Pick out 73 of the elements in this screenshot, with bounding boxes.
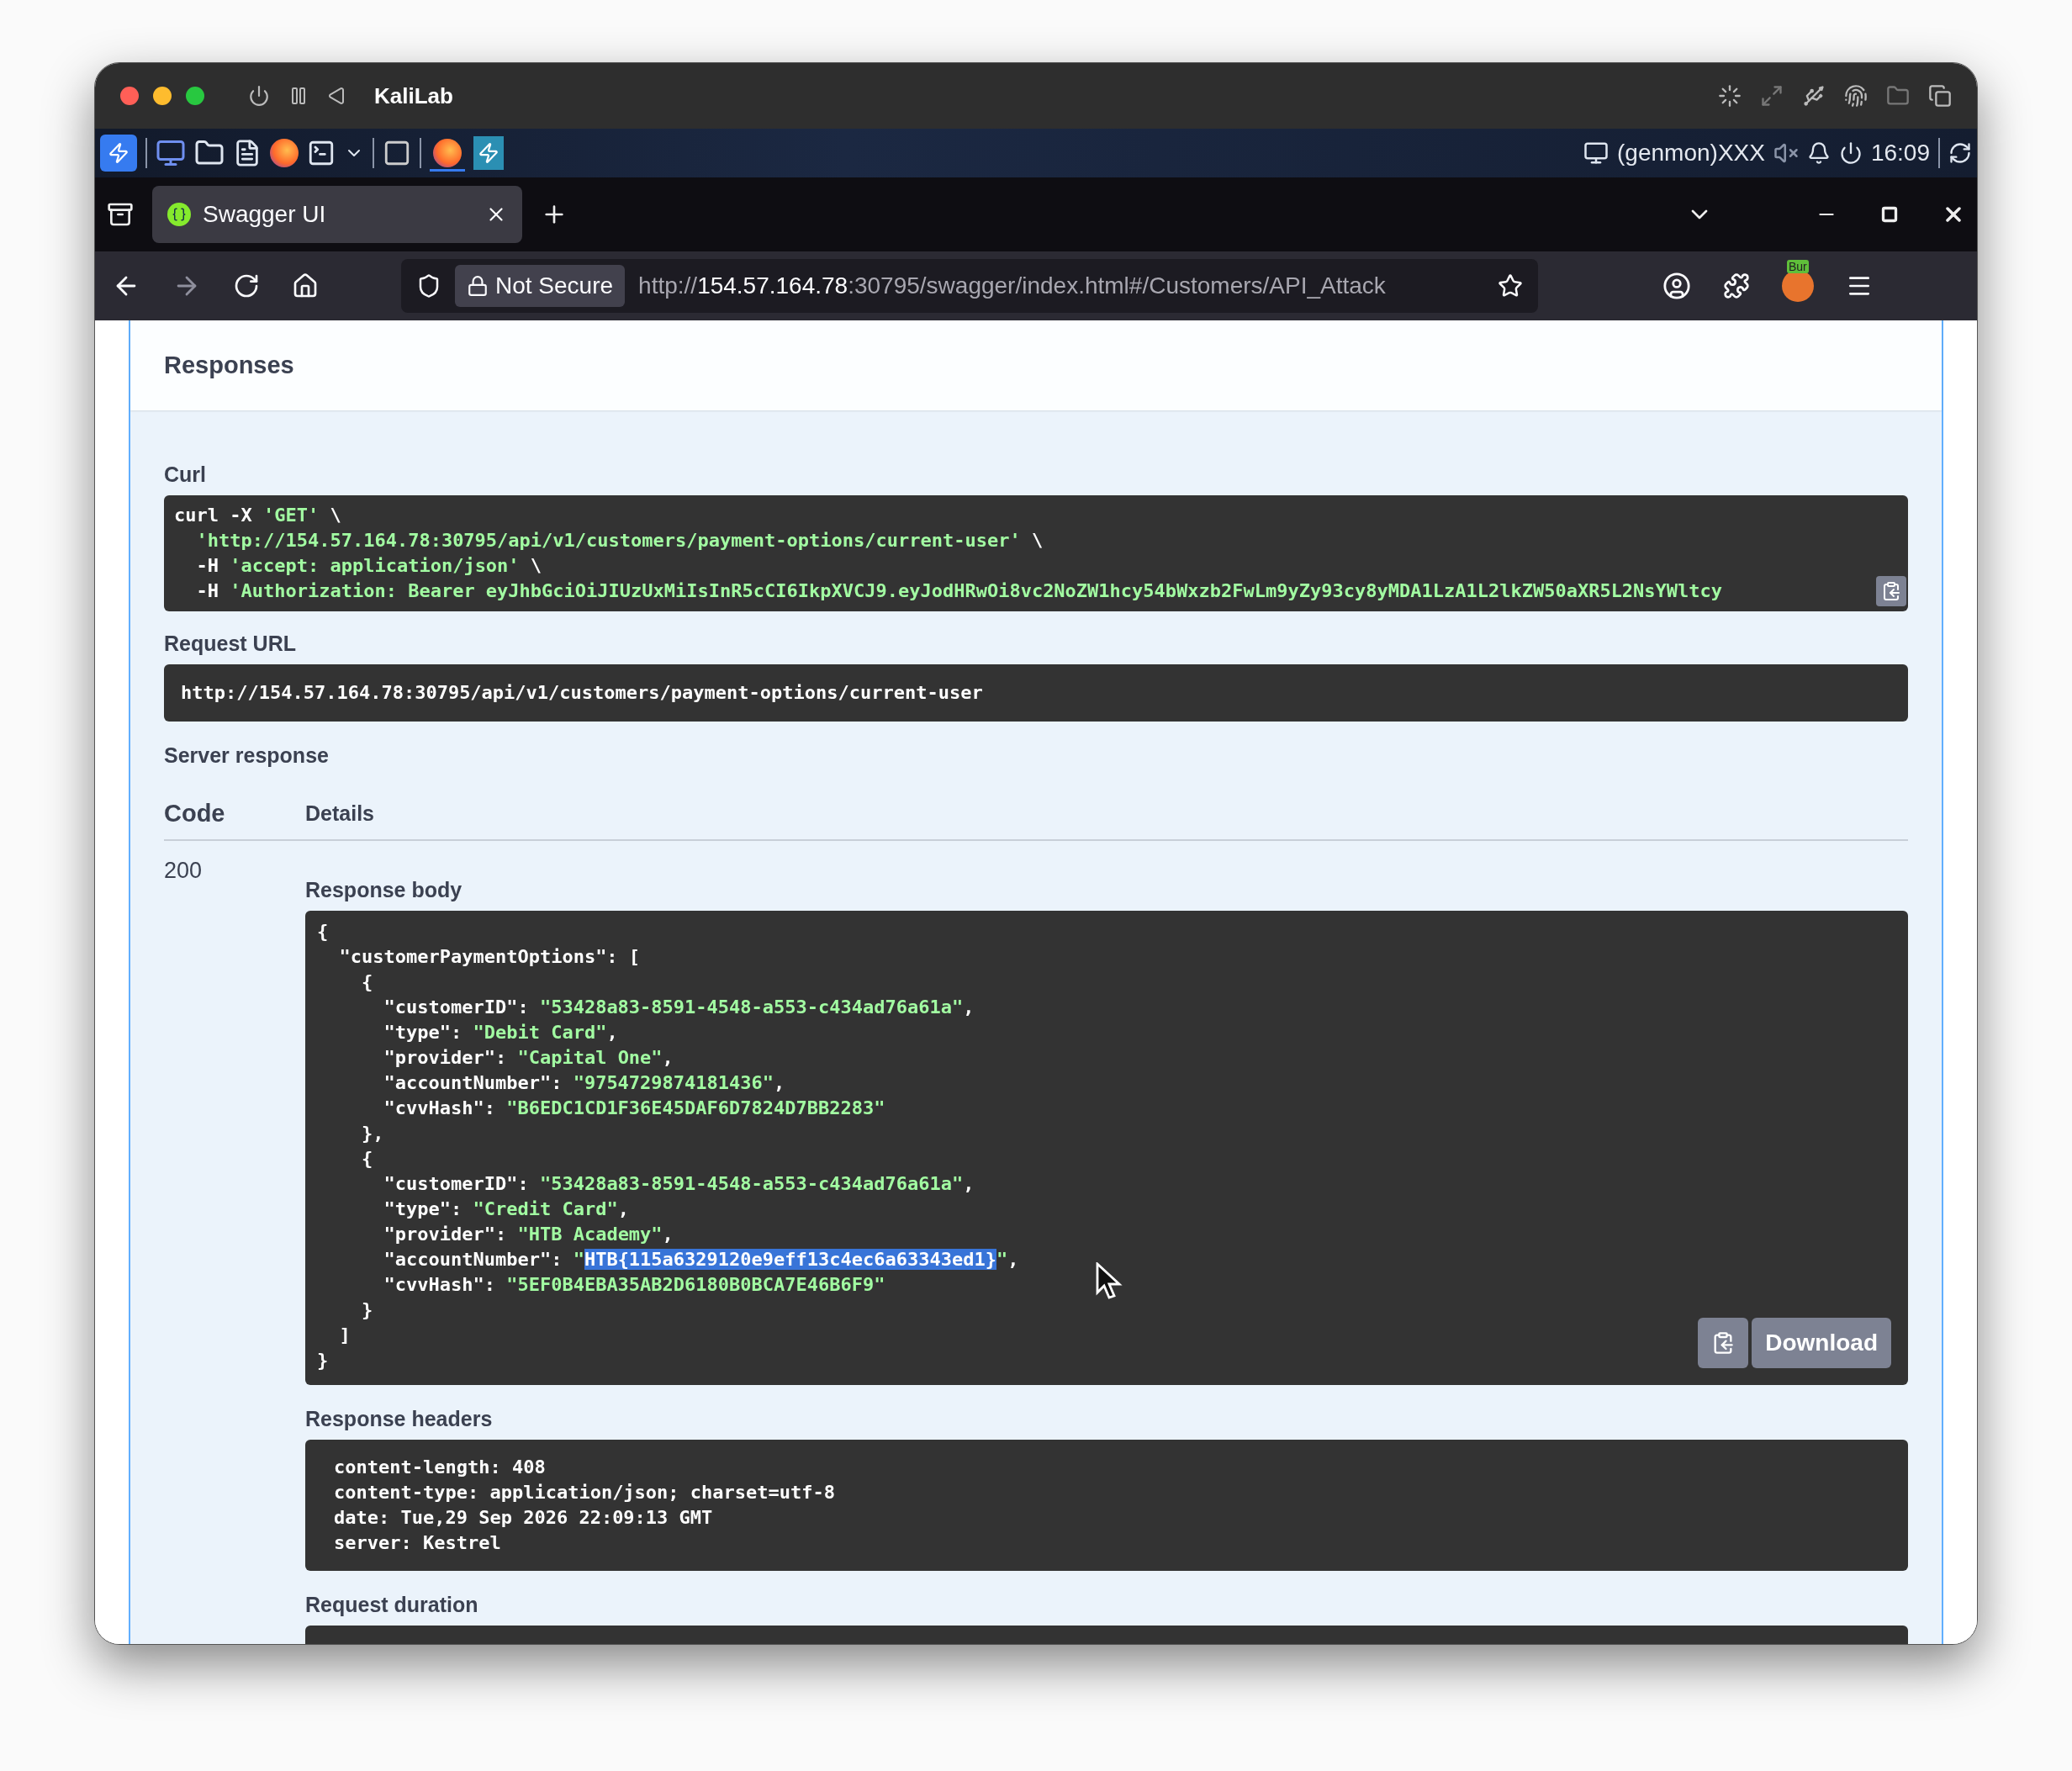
usb-icon[interactable] bbox=[1802, 84, 1826, 108]
clipboard-icon bbox=[1881, 581, 1901, 601]
extension-badge: Bur bbox=[1787, 260, 1809, 273]
header-line: content-type: application/json; charset=utf-8 bbox=[334, 1481, 836, 1504]
code-line: } bbox=[360, 1298, 373, 1322]
field-label: Curl bbox=[164, 463, 206, 487]
code-line: "customerPaymentOptions": [ bbox=[338, 945, 641, 969]
copy-button[interactable] bbox=[1698, 1318, 1749, 1368]
refresh-icon[interactable] bbox=[1948, 141, 1972, 165]
code-line: { bbox=[317, 920, 329, 944]
code-line: "type": "Debit Card", bbox=[383, 1021, 618, 1044]
field-label: Response headers bbox=[305, 1407, 493, 1431]
browser-tab[interactable]: Swagger UI bbox=[152, 186, 522, 243]
code-line: { bbox=[360, 1147, 373, 1171]
close-button[interactable] bbox=[120, 87, 139, 105]
workspace-icon[interactable] bbox=[383, 139, 411, 167]
url-text: http://154.57.164.78:30795/swagger/index.html#/Customers/API_Attack bbox=[638, 272, 1387, 299]
extensions-icon[interactable] bbox=[1723, 272, 1750, 299]
clock: 16:09 bbox=[1870, 140, 1930, 167]
tab-title: Swagger UI bbox=[203, 201, 327, 228]
zoom-button[interactable] bbox=[186, 87, 204, 105]
code-line: 'http://154.57.164.78:30795/api/v1/customers/payment-options/current-user' \ bbox=[195, 529, 1044, 552]
code-line: { bbox=[360, 970, 373, 994]
code-line: "customerID": "53428a83-8591-4548-a553-c434ad76a61a", bbox=[383, 996, 975, 1019]
code-line: "provider": "HTB Academy", bbox=[383, 1223, 674, 1246]
brightness-icon[interactable] bbox=[1718, 84, 1742, 108]
code-line: -H 'accept: application/json' \ bbox=[195, 554, 542, 578]
field-label: Request duration bbox=[305, 1593, 478, 1617]
monitor-label: (genmon)XXX bbox=[1617, 140, 1765, 167]
tab-list-icon[interactable] bbox=[107, 201, 134, 228]
bell-icon[interactable] bbox=[1806, 141, 1831, 165]
header-line: date: Tue,29 Sep 2026 22:09:13 GMT bbox=[334, 1506, 713, 1530]
lightning-app-icon[interactable] bbox=[473, 136, 504, 170]
header-line: content-length: 408 bbox=[334, 1456, 546, 1479]
column-header: Code bbox=[164, 800, 226, 827]
code-line: -H 'Authorization: Bearer eyJhbGciOiJIUzUxMiIsInR5cCI6IkpXVCJ9.eyJodHRwOi8vc2NoZW1hcy54bWxzb2FwLm9yZy93cy8yMDA1LzA1L2lkZW50aXR5L2NsYWltcy bbox=[195, 579, 1723, 603]
windows-icon[interactable] bbox=[1928, 84, 1952, 108]
bookmark-star-icon[interactable] bbox=[1498, 273, 1523, 299]
desktop-icon[interactable] bbox=[156, 138, 186, 168]
minimize-button[interactable] bbox=[153, 87, 172, 105]
terminal-icon[interactable] bbox=[307, 139, 336, 167]
code-line: "customerID": "53428a83-8591-4548-a553-c434ad76a61a", bbox=[383, 1172, 975, 1196]
header-line: server: Kestrel bbox=[334, 1531, 501, 1555]
security-indicator[interactable]: Not Secure bbox=[455, 265, 626, 307]
column-header: Details bbox=[305, 801, 374, 826]
code-line: "cvvHash": "B6EDC1CD1F36E45DAF6D7824D7BB2283" bbox=[383, 1097, 885, 1120]
code-line: } bbox=[317, 1349, 329, 1372]
code-line: curl -X 'GET' \ bbox=[174, 504, 341, 527]
mouse-cursor-icon bbox=[1096, 1262, 1124, 1301]
power-icon[interactable] bbox=[1838, 141, 1863, 165]
field-label: Server response bbox=[164, 743, 329, 768]
request-url: http://154.57.164.78:30795/api/v1/customers/payment-options/current-user bbox=[181, 681, 983, 705]
account-icon[interactable] bbox=[1662, 272, 1691, 300]
code-line: }, bbox=[360, 1122, 384, 1145]
maximize-icon[interactable] bbox=[1881, 206, 1898, 223]
download-button[interactable]: Download bbox=[1752, 1318, 1891, 1368]
field-label: Response body bbox=[305, 878, 462, 902]
field-label: Request URL bbox=[164, 632, 296, 656]
fingerprint-icon[interactable] bbox=[1844, 84, 1868, 108]
section-title: Responses bbox=[164, 352, 294, 379]
code-line: ] bbox=[338, 1324, 351, 1347]
address-bar[interactable]: Not Secure http://154.57.164.78:30795/swagger/index.html#/Customers/API_Attack bbox=[401, 259, 1538, 313]
code-line: "provider": "Capital One", bbox=[383, 1046, 674, 1070]
status-code: 200 bbox=[164, 858, 204, 885]
window-title: KaliLab bbox=[374, 82, 453, 109]
power-icon[interactable] bbox=[248, 85, 270, 107]
code-line: "accountNumber": "9754729874181436", bbox=[383, 1071, 785, 1095]
code-line: "type": "Credit Card", bbox=[383, 1197, 629, 1221]
home-icon[interactable] bbox=[292, 272, 319, 299]
reload-icon[interactable] bbox=[233, 272, 260, 299]
resize-icon[interactable] bbox=[1760, 84, 1784, 108]
screen-icon bbox=[1583, 140, 1610, 166]
code-line: "cvvHash": "5EF0B4EBA35AB2D6180B0BCA7E46B6F9" bbox=[383, 1273, 885, 1297]
